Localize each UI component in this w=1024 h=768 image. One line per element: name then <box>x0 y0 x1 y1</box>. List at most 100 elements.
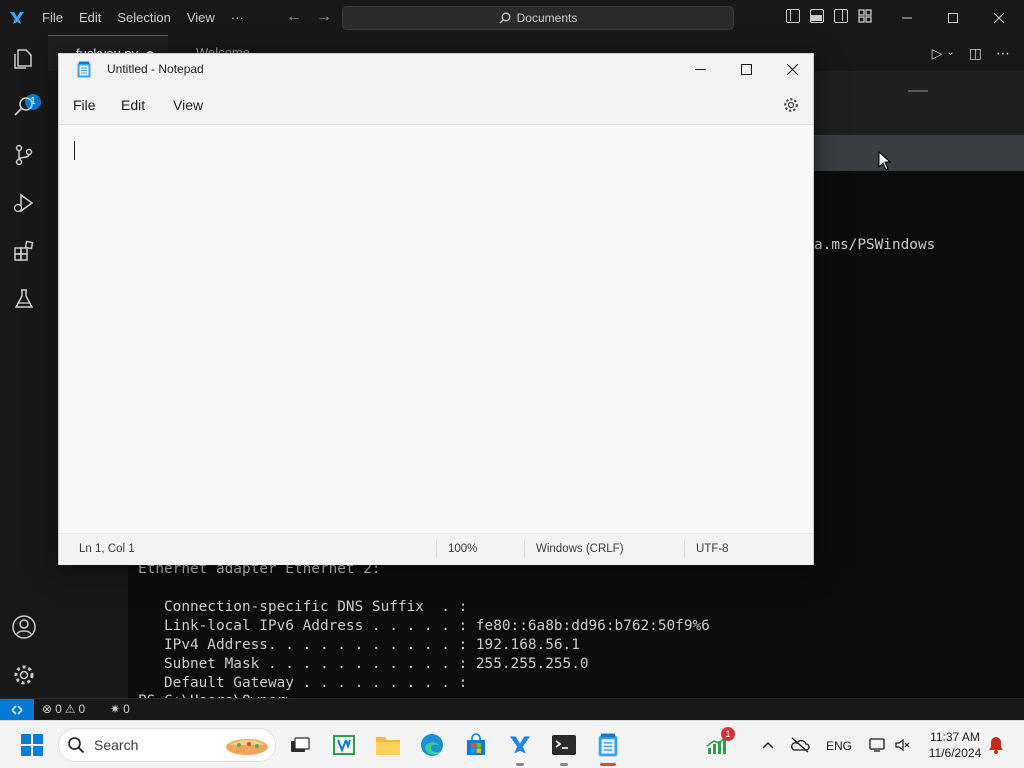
search-icon[interactable] <box>10 93 38 121</box>
start-button[interactable] <box>16 729 48 761</box>
broadcast-icon: ✷ <box>110 702 121 716</box>
run-and-debug-icon[interactable] <box>10 189 38 217</box>
activity-bar: 1 <box>0 35 49 698</box>
notepad-menu-file[interactable]: File <box>73 97 96 113</box>
menu-view[interactable]: View <box>179 0 223 35</box>
text-caret <box>74 141 75 160</box>
menu-edit[interactable]: Edit <box>71 0 109 35</box>
onedrive-offline-icon[interactable] <box>784 729 816 761</box>
source-control-icon[interactable] <box>10 141 38 169</box>
warning-icon: ⚠ <box>64 702 76 716</box>
stocks-widget-icon[interactable]: 1 <box>702 727 735 761</box>
terminal-link-text[interactable]: a.ms/PSWindows <box>814 236 935 255</box>
notepad-close-button[interactable] <box>769 54 815 84</box>
status-divider <box>436 540 437 558</box>
toggle-panel-icon[interactable] <box>810 9 824 23</box>
problems-status[interactable]: ⊗ 0 ⚠ 0 <box>42 699 85 720</box>
command-center-search[interactable]: Documents <box>342 6 734 30</box>
toggle-primary-sidebar-icon[interactable] <box>786 9 800 23</box>
explorer-icon[interactable] <box>10 45 38 73</box>
search-label: Documents <box>516 11 578 25</box>
search-highlight-icon <box>223 732 271 761</box>
editor-actions: ▷ ⌄ ◫ ⋯ <box>932 45 1010 62</box>
notepad-titlebar[interactable]: Untitled - Notepad <box>59 54 813 86</box>
close-window-button[interactable] <box>976 0 1022 35</box>
close-icon <box>994 12 1004 23</box>
remote-icon <box>11 705 23 715</box>
ports-status[interactable]: ✷ 0 <box>110 699 130 720</box>
notifications-bell-icon[interactable] <box>980 729 1012 761</box>
minimize-icon <box>902 17 912 18</box>
vscode-status-bar: ⊗ 0 ⚠ 0 ✷ 0 <box>0 698 1024 721</box>
volume-muted-icon[interactable] <box>886 729 918 761</box>
minimap <box>908 90 928 92</box>
running-indicator <box>516 763 524 766</box>
notification-badge: 1 <box>721 727 735 741</box>
terminal-line: Subnet Mask . . . . . . . . . . . : 255.… <box>138 656 589 672</box>
forward-arrow-icon[interactable]: → <box>316 8 332 26</box>
menu-selection[interactable]: Selection <box>109 0 178 35</box>
customize-layout-icon[interactable] <box>858 9 872 23</box>
notepad-menu-view[interactable]: View <box>173 97 203 113</box>
zoom-level: 100% <box>448 543 478 555</box>
menu-file[interactable]: File <box>34 0 71 35</box>
terminal-line: IPv4 Address. . . . . . . . . . . : 192.… <box>138 637 580 653</box>
split-editor-icon[interactable]: ◫ <box>969 45 982 62</box>
notepad-menubar: File Edit View <box>59 86 813 125</box>
file-explorer-icon[interactable] <box>372 729 404 761</box>
show-hidden-icons-chevron-icon[interactable] <box>752 729 784 761</box>
microsoft-store-icon[interactable] <box>460 729 492 761</box>
error-icon: ⊗ <box>42 702 53 716</box>
vscode-insiders-logo-icon <box>0 0 34 35</box>
vscode-insiders-taskbar-icon[interactable] <box>504 729 536 766</box>
remote-indicator-button[interactable] <box>0 699 34 721</box>
more-actions-icon[interactable]: ⋯ <box>996 45 1010 62</box>
maximize-window-button[interactable] <box>930 0 976 35</box>
accounts-icon[interactable] <box>10 613 38 641</box>
notepad-status-bar: Ln 1, Col 1 100% Windows (CRLF) UTF-8 <box>59 533 813 565</box>
notepad-minimize-button[interactable] <box>677 54 723 84</box>
terminal-line: Connection-specific DNS Suffix . : <box>138 599 468 615</box>
terminal-line: Link-local IPv6 Address . . . . . : fe80… <box>138 618 710 634</box>
extensions-icon[interactable] <box>10 237 38 265</box>
toggle-secondary-sidebar-icon[interactable] <box>834 9 848 23</box>
vscode-titlebar: File Edit Selection View ··· ← → Documen… <box>0 0 1024 35</box>
run-icon[interactable]: ▷ <box>932 45 943 62</box>
running-indicator <box>560 763 568 766</box>
terminal-line: Default Gateway . . . . . . . . . : <box>138 675 468 691</box>
status-divider <box>684 540 685 558</box>
search-icon <box>499 12 511 24</box>
ports-count: 0 <box>123 702 130 716</box>
back-arrow-icon[interactable]: ← <box>286 8 302 26</box>
line-ending: Windows (CRLF) <box>536 543 624 555</box>
notepad-window-title: Untitled - Notepad <box>107 62 204 76</box>
layout-controls <box>786 9 872 23</box>
run-dropdown-chevron-icon[interactable]: ⌄ <box>946 47 954 62</box>
search-icon <box>68 737 85 754</box>
visual-studio-icon[interactable] <box>328 729 360 761</box>
notepad-settings-gear-icon[interactable] <box>783 97 799 116</box>
notepad-window: Untitled - Notepad File Edit View Ln 1, … <box>58 53 814 565</box>
input-language-indicator[interactable]: ENG <box>826 739 852 753</box>
testing-flask-icon[interactable] <box>10 285 38 313</box>
error-count: 0 <box>55 702 62 716</box>
encoding: UTF-8 <box>696 543 729 555</box>
taskbar-search-box[interactable]: Search <box>58 728 276 762</box>
notepad-maximize-button[interactable] <box>723 54 769 84</box>
maximize-icon <box>740 63 752 75</box>
history-navigation: ← → <box>286 8 332 26</box>
notepad-text-area[interactable] <box>59 125 813 533</box>
terminal-taskbar-icon[interactable] <box>548 729 580 766</box>
notepad-app-icon <box>77 61 91 81</box>
cursor-position: Ln 1, Col 1 <box>79 543 135 555</box>
edge-browser-icon[interactable] <box>416 729 448 761</box>
active-indicator <box>600 763 616 766</box>
notepad-menu-edit[interactable]: Edit <box>121 97 145 113</box>
menu-more-button[interactable]: ··· <box>223 0 252 35</box>
task-view-icon[interactable] <box>284 729 316 761</box>
close-icon <box>786 63 798 75</box>
manage-gear-icon[interactable] <box>10 661 38 689</box>
notepad-taskbar-icon[interactable] <box>592 729 624 766</box>
minimize-icon <box>694 68 706 70</box>
minimize-window-button[interactable] <box>884 0 930 35</box>
